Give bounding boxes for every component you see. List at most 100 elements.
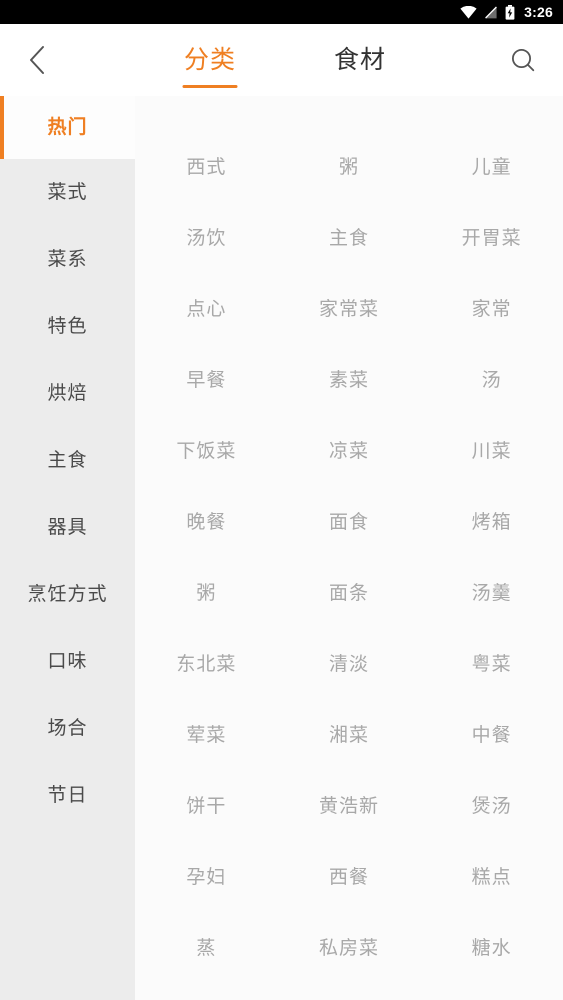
grid-item-20[interactable]: 汤羹 [420,558,563,629]
grid-item-25[interactable]: 湘菜 [278,700,421,771]
status-icons: 3:26 [460,4,553,20]
status-bar: 3:26 [0,0,563,24]
grid-item-35[interactable]: 糖水 [420,913,563,984]
grid-item-34[interactable]: 私房菜 [278,913,421,984]
sidebar-item-5[interactable]: 主食 [0,427,135,494]
sidebar-item-6[interactable]: 器具 [0,494,135,561]
app-bar: 分类 食材 [0,24,563,96]
tab-ingredients[interactable]: 食材 [330,24,390,96]
grid-item-19[interactable]: 面条 [278,558,421,629]
sidebar-item-0[interactable]: 热门 [0,96,135,159]
main-content: 热门 菜式 菜系 特色 烘焙 主食 器具 烹饪方式 口味 场合 节日 西式粥儿童 汤饮 主食 开胃菜 点心家… [0,96,563,1000]
grid-item-26[interactable]: 中餐 [420,700,563,771]
sidebar-item-label: 口味 [47,651,88,672]
subcategory-pane[interactable]: 西式粥儿童 汤饮 主食 开胃菜 点心 家常菜 家常 早餐 素菜汤下饭菜 凉菜 川菜 晚餐 面食 烤箱粥面条… [135,96,563,1000]
grid-item-2[interactable]: 儿童 [420,132,563,203]
sidebar-item-label: 菜式 [47,182,88,203]
status-clock: 3:26 [524,4,553,20]
grid-item-label: 汤羹 [471,583,512,604]
grid-item-29[interactable]: 煲汤 [420,771,563,842]
tab-bar: 分类 食材 [180,24,390,96]
sidebar-item-4[interactable]: 烘焙 [0,360,135,427]
grid-item-9[interactable]: 早餐 [135,345,278,416]
grid-item-label: 糕点 [471,867,512,888]
grid-item-7[interactable]: 家常菜 [278,274,421,345]
grid-item-32[interactable]: 糕点 [420,842,563,913]
grid-item-label: 荤菜 [186,725,227,746]
battery-charging-icon [505,4,515,20]
sidebar-item-1[interactable]: 菜式 [0,159,135,226]
search-icon [509,46,537,74]
wifi-icon [460,5,477,19]
grid-item-24[interactable]: 荤菜 [135,700,278,771]
tab-categories-label: 分类 [184,45,237,74]
chevron-left-icon [28,44,48,76]
grid-item-5[interactable]: 开胃菜 [420,203,563,274]
grid-item-12[interactable]: 下饭菜 [135,416,278,487]
tab-active-underline [182,85,238,88]
grid-item-21[interactable]: 东北菜 [135,629,278,700]
sidebar-item-label: 节日 [47,785,88,806]
tab-ingredients-label: 食材 [333,45,386,74]
grid-item-31[interactable]: 西餐 [278,842,421,913]
grid-item-label: 粥 [196,583,217,604]
tab-categories[interactable]: 分类 [180,24,240,96]
sidebar-item-label: 热门 [47,117,88,138]
grid-item-11[interactable]: 汤 [420,345,563,416]
grid-item-1[interactable]: 粥 [278,132,421,203]
grid-item-30[interactable]: 孕妇 [135,842,278,913]
grid-item-37[interactable]: 家常菜谱 [278,984,421,1000]
grid-item-33[interactable]: 蒸 [135,913,278,984]
grid-item-15[interactable]: 晚餐 [135,487,278,558]
grid-item-label: 饼干 [186,796,227,817]
grid-item-label: 汤 [481,370,502,391]
grid-item-38[interactable]: 快手 [420,984,563,1000]
grid-item-label: 开胃菜 [461,228,522,249]
search-button[interactable] [499,38,547,82]
sidebar-item-9[interactable]: 场合 [0,695,135,762]
grid-item-22[interactable]: 清淡 [278,629,421,700]
grid-item-label: 清淡 [328,654,369,675]
grid-item-label: 粥 [338,157,359,178]
sidebar-item-10[interactable]: 节日 [0,762,135,829]
sidebar-item-label: 菜系 [47,249,88,270]
grid-item-13[interactable]: 凉菜 [278,416,421,487]
grid-item-label: 煲汤 [471,796,512,817]
grid-item-label: 黄浩新 [318,796,379,817]
grid-item-28[interactable]: 黄浩新 [278,771,421,842]
grid-item-4[interactable]: 主食 [278,203,421,274]
back-button[interactable] [14,38,62,82]
sidebar-item-3[interactable]: 特色 [0,293,135,360]
grid-item-16[interactable]: 面食 [278,487,421,558]
grid-item-label: 儿童 [471,157,512,178]
subcategory-grid: 西式粥儿童 汤饮 主食 开胃菜 点心 家常菜 家常 早餐 素菜汤下饭菜 凉菜 川菜 晚餐 面食 烤箱粥面条… [135,96,563,1000]
grid-item-14[interactable]: 川菜 [420,416,563,487]
grid-item-18[interactable]: 粥 [135,558,278,629]
sidebar-item-label: 烘焙 [47,383,88,404]
grid-item-27[interactable]: 饼干 [135,771,278,842]
grid-item-3[interactable]: 汤饮 [135,203,278,274]
sidebar-item-label: 场合 [47,718,88,739]
grid-item-17[interactable]: 烤箱 [420,487,563,558]
grid-item-label: 私房菜 [318,938,379,959]
grid-item-label: 东北菜 [176,654,237,675]
grid-item-label: 面条 [328,583,369,604]
grid-item-8[interactable]: 家常 [420,274,563,345]
grid-item-label: 素菜 [328,370,369,391]
sidebar-item-7[interactable]: 烹饪方式 [0,561,135,628]
grid-item-label: 西式 [186,157,227,178]
grid-item-23[interactable]: 粤菜 [420,629,563,700]
grid-item-label: 孕妇 [186,867,227,888]
sidebar-item-8[interactable]: 口味 [0,628,135,695]
grid-item-label: 湘菜 [328,725,369,746]
grid-item-10[interactable]: 素菜 [278,345,421,416]
grid-item-label: 糖水 [471,938,512,959]
sidebar-item-2[interactable]: 菜系 [0,226,135,293]
sidebar-item-label: 器具 [47,517,88,538]
grid-item-6[interactable]: 点心 [135,274,278,345]
app-screen: 3:26 分类 食材 热门 菜式 菜系 特色 烘焙 主食 器具 烹饪方式 口味 … [0,0,563,1000]
category-sidebar[interactable]: 热门菜式菜系特色烘焙主食器具烹饪方式口味场合节日 [0,96,135,1000]
grid-item-36[interactable]: 烧烤 [135,984,278,1000]
grid-item-label: 川菜 [471,441,512,462]
grid-item-0[interactable]: 西式 [135,132,278,203]
